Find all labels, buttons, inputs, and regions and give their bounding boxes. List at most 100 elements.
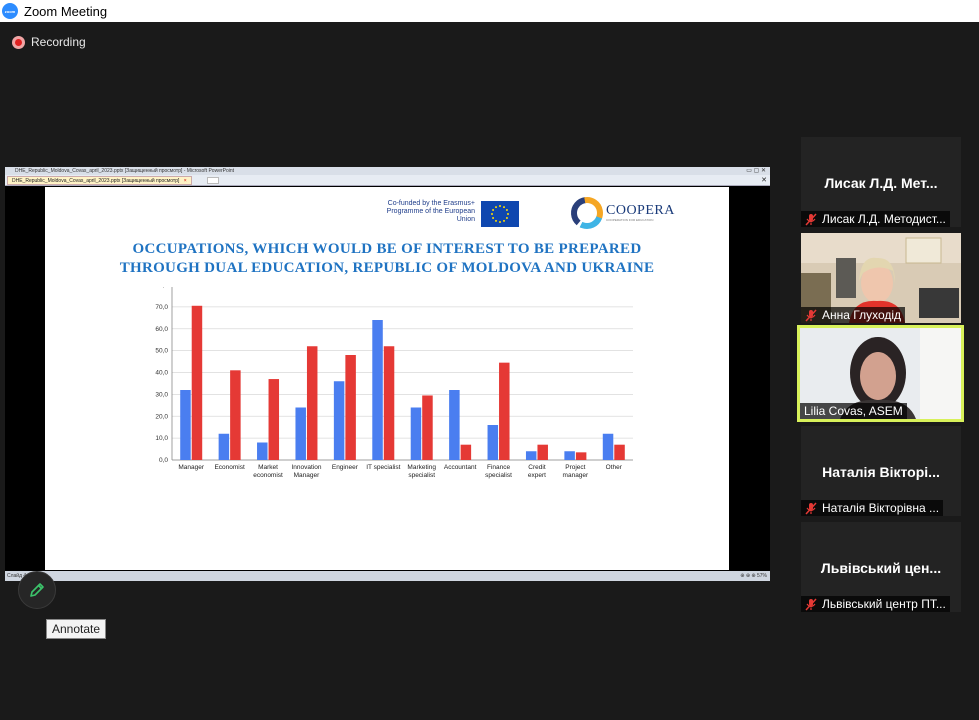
ppt-window-title: DHE_Republic_Moldova_Covas_april_2023.pp… [5,167,770,175]
participant-name: Лисак Л.Д. Методист... [822,212,946,226]
eu-star-icon [503,206,505,209]
chart-x-tick-label-line: Project [565,464,585,471]
chart-x-tick-label-line: specialist [485,472,512,479]
eu-star-icon [503,219,505,222]
chart-bar [575,452,587,460]
participant-label: Анна Глуходід [801,307,906,323]
participant-tile[interactable]: Львівський цен... Львівський центр ПТ... [801,522,961,612]
chart-y-tick-label: 70,0 [155,304,168,311]
participant-name: Львівський центр ПТ... [822,597,946,611]
participant-tile[interactable]: Наталія Вікторі... Наталія Вікторівна ..… [801,426,961,516]
chart-x-tick-label: Marketing specialist [407,464,436,479]
participant-display-name: Лисак Л.Д. Мет... [824,175,938,191]
eu-star-icon [499,205,501,207]
chart-x-tick-label-line: economist [253,472,283,479]
participant-label: Lilia Covas, ASEM [800,403,907,419]
zoom-logo-icon: zoom [2,3,18,19]
participant-label: Львівський центр ПТ... [801,596,950,612]
chart-bar [345,355,356,460]
chart-bar [525,451,537,460]
eu-star-icon [492,209,495,211]
chart-x-tick-label-line: Market [258,464,278,471]
eu-star-icon [492,217,495,219]
window-title-bar: zoom Zoom Meeting [0,0,979,22]
mic-muted-icon [805,501,817,515]
chart-y-tick-label: 80,0 [155,287,168,289]
ppt-tab-bar: DHE_Republic_Moldova_Covas_april_2023.pp… [5,175,770,186]
chart-bar [372,320,383,460]
zoom-logo-text: zoom [4,8,16,14]
chart-x-tick-label-line: manager [563,472,589,479]
presentation-slide: Co-funded by the Erasmus+ Programme of t… [45,187,729,570]
eu-star-icon [499,221,501,223]
chart-bar [333,381,345,460]
slide-title: OCCUPATIONS, WHICH WOULD BE OF INTEREST … [45,240,729,278]
chart-bar [422,395,433,460]
window-title: Zoom Meeting [24,3,108,19]
participant-tile-active-speaker[interactable]: Lilia Covas, ASEM [797,325,964,422]
chart-x-tick-label-line: IT specialist [366,464,400,471]
participant-display-name: Львівський цен... [820,560,942,576]
chart-x-tick-label-line: Engineer [332,464,359,471]
chart-y-tick-label: 60,0 [155,326,168,333]
chart-y-tick-label: 40,0 [155,370,168,377]
chart-x-tick-label-line: Credit [528,464,546,471]
slide-title-line-1: OCCUPATIONS, WHICH WOULD BE OF INTEREST … [132,241,642,257]
chart-bar [180,390,191,460]
slide-title-line-2: THROUGH DUAL EDUCATION, REPUBLIC OF MOLD… [119,260,655,276]
participant-label: Наталія Вікторівна ... [801,500,944,516]
participant-display-name: Наталія Вікторі... [822,464,940,480]
participant-tile[interactable]: Лисак Л.Д. Мет... Лисак Л.Д. Методист... [801,137,961,227]
eu-star-icon [507,213,509,215]
chart-y-tick-label: 10,0 [155,435,168,442]
chart-bar [564,451,575,460]
participant-name: Наталія Вікторівна ... [822,501,940,515]
participant-name: Lilia Covas, ASEM [804,404,903,418]
annotate-button[interactable] [18,571,56,609]
mic-muted-icon [805,212,817,226]
eu-star-icon [495,206,497,209]
recording-label: Recording [31,35,86,49]
chart-x-tick-label-line: Manager [294,472,320,479]
chart-x-tick-label-line: Innovation [291,464,321,471]
chart-x-tick-label: Market economist [253,464,283,479]
chart-bar [306,346,318,460]
chart-bar [268,379,280,460]
ppt-status-zoom: ⊕ ⊕ ⊕ 57% [740,573,767,579]
chart-x-tick-label-line: Accountant [444,464,477,471]
ppt-document-tab-label: DHE_Republic_Moldova_Covas_april_2023.pp… [12,178,180,184]
shared-screen: DHE_Republic_Moldova_Covas_april_2023.pp… [5,167,770,581]
chart-x-tick-label-line: Manager [178,464,204,471]
chart-y-tick-label: 20,0 [155,413,168,420]
chart-y-tick-label: 50,0 [155,348,168,355]
chart-y-tick-label: 0,0 [159,457,168,464]
ppt-new-tab-icon [207,177,219,184]
participant-tile[interactable]: Анна Глуходід [801,233,961,323]
chart-y-tick-label: 30,0 [155,391,168,398]
coopera-logo-icon [571,197,603,229]
eu-star-icon [491,213,493,215]
eu-star-icon [495,219,497,222]
chart-bar [191,305,203,460]
chart-x-tick-label: Manager [178,464,204,471]
chart-bar [460,444,472,460]
chart-x-tick-label-line: expert [528,472,546,479]
chart-bar [449,390,460,460]
chart-bar [537,444,548,460]
chart-x-tick-label: Engineer [332,464,359,471]
chart-x-tick-label: Economist [214,464,245,471]
coopera-logo-text: COOPERA [606,203,675,218]
eu-star-icon [505,209,508,211]
mic-muted-icon [805,308,817,322]
eu-cofunded-text: Co-funded by the Erasmus+ Programme of t… [386,200,475,223]
chart-bar [499,362,510,460]
chart-bar [410,407,422,460]
chart-x-tick-label-line: specialist [408,472,435,479]
chart-x-tick-label-line: Finance [487,464,511,471]
chart-bar [295,407,306,460]
chart-x-tick-label: Other [606,464,623,471]
recording-indicator[interactable]: Recording [12,35,86,49]
ppt-tab-close-icon: × [183,178,187,184]
ppt-status-bar: Слайд 4 из 14 ⊕ ⊕ ⊕ 57% [5,571,770,581]
chart-x-tick-label-line: Other [606,464,623,471]
